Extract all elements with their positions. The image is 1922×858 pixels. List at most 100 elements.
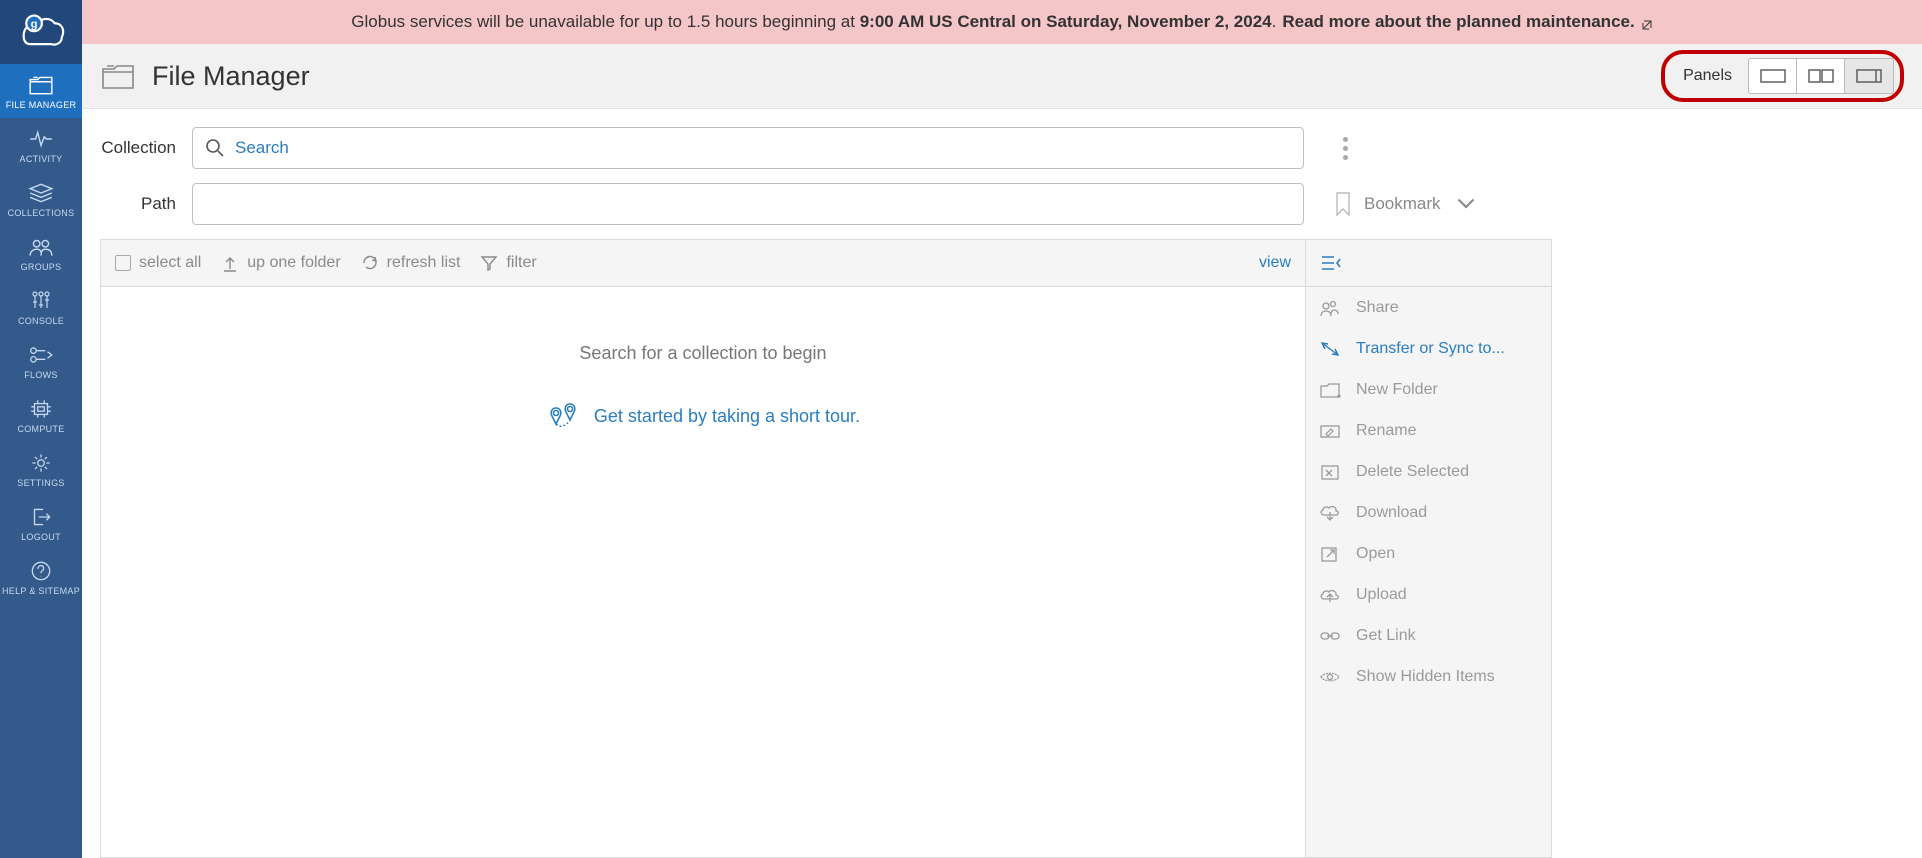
sidebar-item-compute[interactable]: COMPUTE xyxy=(0,388,82,442)
content-row: Search for a collection to begin Get sta… xyxy=(82,287,1922,858)
sidebar-item-collections[interactable]: COLLECTIONS xyxy=(0,172,82,226)
path-label: Path xyxy=(100,194,176,214)
bookmark-button[interactable]: Bookmark xyxy=(1334,191,1475,217)
panels-label: Panels xyxy=(1683,67,1732,85)
action-rename[interactable]: Rename xyxy=(1306,410,1551,451)
sidebar-item-help[interactable]: HELP & SITEMAP xyxy=(0,550,82,604)
action-label: New Folder xyxy=(1356,381,1438,399)
up-one-folder-button[interactable]: up one folder xyxy=(221,254,340,272)
maintenance-banner: Globus services will be unavailable for … xyxy=(82,0,1922,44)
banner-post: . xyxy=(1272,12,1277,31)
select-all-button[interactable]: select all xyxy=(115,254,201,272)
action-label: Show Hidden Items xyxy=(1356,668,1495,686)
panel-single-button[interactable] xyxy=(1749,59,1797,93)
sidebar-label: SETTINGS xyxy=(17,478,64,488)
funnel-icon xyxy=(480,254,498,272)
action-download[interactable]: Download xyxy=(1306,492,1551,533)
action-label: Rename xyxy=(1356,422,1416,440)
sliders-icon xyxy=(27,290,55,312)
tour-pins-icon xyxy=(546,400,582,432)
tour-text: Get started by taking a short tour. xyxy=(594,406,860,427)
filter-label: filter xyxy=(506,254,536,272)
action-label: Share xyxy=(1356,299,1399,317)
sidebar-item-settings[interactable]: SETTINGS xyxy=(0,442,82,496)
sidebar-item-logout[interactable]: LOGOUT xyxy=(0,496,82,550)
action-get-link[interactable]: Get Link xyxy=(1306,615,1551,656)
sidebar: g FILE MANAGER ACTIVITY COLLECTIONS GROU… xyxy=(0,0,82,858)
collection-label: Collection xyxy=(100,138,176,158)
sidebar-label: COLLECTIONS xyxy=(8,208,75,218)
pulse-icon xyxy=(27,128,55,150)
collapse-panel-icon xyxy=(1320,254,1342,272)
path-input[interactable] xyxy=(205,194,1291,214)
action-share[interactable]: Share xyxy=(1306,287,1551,328)
sidebar-item-groups[interactable]: GROUPS xyxy=(0,226,82,280)
sidebar-label: CONSOLE xyxy=(18,316,64,326)
flows-icon xyxy=(27,344,55,366)
chip-icon xyxy=(27,398,55,420)
folder-icon xyxy=(27,74,55,96)
external-link-icon xyxy=(1641,16,1653,28)
sidebar-label: ACTIVITY xyxy=(20,154,63,164)
action-transfer[interactable]: Transfer or Sync to... xyxy=(1306,328,1551,369)
collection-search-box[interactable] xyxy=(192,127,1304,169)
collection-search-input[interactable] xyxy=(235,138,1291,158)
sidebar-label: FLOWS xyxy=(24,370,58,380)
action-label: Open xyxy=(1356,545,1395,563)
file-toolbar: select all up one folder refresh list fi… xyxy=(100,239,1306,287)
panel-split-button[interactable] xyxy=(1797,59,1845,93)
upload-icon xyxy=(1318,585,1342,605)
people-icon xyxy=(27,236,55,258)
panels-annotation: Panels xyxy=(1661,50,1904,102)
view-options-button[interactable]: view xyxy=(1251,254,1291,272)
eye-icon xyxy=(1318,667,1342,687)
banner-pre: Globus services will be unavailable for … xyxy=(351,12,859,31)
action-upload[interactable]: Upload xyxy=(1306,574,1551,615)
sidebar-label: FILE MANAGER xyxy=(6,100,77,110)
take-tour-link[interactable]: Get started by taking a short tour. xyxy=(546,400,860,432)
sidebar-label: COMPUTE xyxy=(17,424,64,434)
panels-toggle-group xyxy=(1748,58,1894,94)
page-header: File Manager Panels xyxy=(82,44,1922,109)
action-show-hidden[interactable]: Show Hidden Items xyxy=(1306,656,1551,697)
file-listing-panel: Search for a collection to begin Get sta… xyxy=(100,287,1306,858)
up-arrow-icon xyxy=(221,254,239,272)
empty-state-text: Search for a collection to begin xyxy=(579,343,826,364)
globus-logo-icon: g xyxy=(15,11,67,53)
filter-button[interactable]: filter xyxy=(480,254,536,272)
action-label: Download xyxy=(1356,504,1427,522)
sidebar-label: GROUPS xyxy=(21,262,62,272)
svg-text:g: g xyxy=(31,19,38,31)
link-icon xyxy=(1318,626,1342,646)
action-delete[interactable]: Delete Selected xyxy=(1306,451,1551,492)
sidebar-item-console[interactable]: CONSOLE xyxy=(0,280,82,334)
action-new-folder[interactable]: New Folder xyxy=(1306,369,1551,410)
file-manager-header-icon xyxy=(100,60,136,92)
action-label: Get Link xyxy=(1356,627,1416,645)
sidebar-item-activity[interactable]: ACTIVITY xyxy=(0,118,82,172)
action-open[interactable]: Open xyxy=(1306,533,1551,574)
up-one-label: up one folder xyxy=(247,254,340,272)
main: Globus services will be unavailable for … xyxy=(82,0,1922,858)
refresh-button[interactable]: refresh list xyxy=(361,254,461,272)
sidebar-item-flows[interactable]: FLOWS xyxy=(0,334,82,388)
chevron-down-icon xyxy=(1457,191,1475,217)
panel-right-button[interactable] xyxy=(1845,59,1893,93)
checkbox-icon xyxy=(115,255,131,271)
more-options-button[interactable] xyxy=(1334,127,1356,169)
sidebar-item-file-manager[interactable]: FILE MANAGER xyxy=(0,64,82,118)
app-logo[interactable]: g xyxy=(0,0,82,64)
banner-readmore-link[interactable]: Read more about the planned maintenance. xyxy=(1282,12,1634,32)
transfer-icon xyxy=(1318,339,1342,359)
page-title: File Manager xyxy=(152,61,1645,92)
refresh-icon xyxy=(361,254,379,272)
action-label: Transfer or Sync to... xyxy=(1356,340,1505,358)
sidebar-label: HELP & SITEMAP xyxy=(2,586,80,596)
bookmark-icon xyxy=(1334,191,1352,217)
banner-text: Globus services will be unavailable for … xyxy=(351,12,1276,32)
side-actions-header[interactable] xyxy=(1306,239,1552,287)
stack-icon xyxy=(27,182,55,204)
refresh-label: refresh list xyxy=(387,254,461,272)
bookmark-label: Bookmark xyxy=(1364,194,1441,214)
path-box[interactable] xyxy=(192,183,1304,225)
